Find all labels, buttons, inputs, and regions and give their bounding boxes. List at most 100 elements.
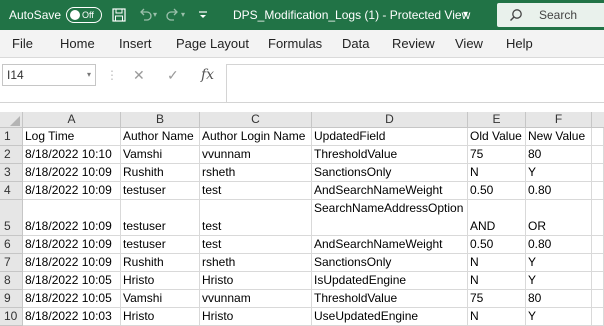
cell-g7[interactable]	[592, 254, 604, 272]
insert-function-button[interactable]: fx	[201, 64, 214, 86]
row-header-9[interactable]: 9	[0, 290, 23, 308]
cell-c6[interactable]: test	[200, 236, 312, 254]
cell-g10[interactable]	[592, 308, 604, 326]
cell-b6[interactable]: testuser	[121, 236, 200, 254]
row-header-3[interactable]: 3	[0, 164, 23, 182]
cell-g9[interactable]	[592, 290, 604, 308]
cell-f8[interactable]: Y	[526, 272, 592, 290]
row-header-2[interactable]: 2	[0, 146, 23, 164]
cell-a7[interactable]: 8/18/2022 10:09	[23, 254, 121, 272]
cell-a6[interactable]: 8/18/2022 10:09	[23, 236, 121, 254]
cell-b3[interactable]: Rushith	[121, 164, 200, 182]
cell-g6[interactable]	[592, 236, 604, 254]
cell-b2[interactable]: Vamshi	[121, 146, 200, 164]
undo-icon[interactable]	[138, 0, 152, 30]
cancel-icon[interactable]: ✕	[133, 64, 145, 86]
cell-g4[interactable]	[592, 182, 604, 200]
name-box[interactable]: I14 ▾	[2, 64, 96, 86]
cell-g3[interactable]	[592, 164, 604, 182]
column-header-f[interactable]: F	[526, 112, 592, 128]
cell-b10[interactable]: Hristo	[121, 308, 200, 326]
tab-home[interactable]: Home	[60, 30, 95, 57]
column-header-b[interactable]: B	[121, 112, 200, 128]
undo-dropdown-icon[interactable]: ▾	[153, 0, 157, 30]
cell-b9[interactable]: Vamshi	[121, 290, 200, 308]
tab-data[interactable]: Data	[342, 30, 369, 57]
cell-a3[interactable]: 8/18/2022 10:09	[23, 164, 121, 182]
column-header-d[interactable]: D	[312, 112, 468, 128]
tab-file[interactable]: File	[12, 30, 33, 57]
cell-e6[interactable]: 0.50	[468, 236, 526, 254]
cell-e5[interactable]: AND	[468, 200, 526, 236]
cell-d8[interactable]: IsUpdatedEngine	[312, 272, 468, 290]
cell-d7[interactable]: SanctionsOnly	[312, 254, 468, 272]
customize-qat-icon[interactable]	[198, 0, 208, 30]
redo-dropdown-icon[interactable]: ▾	[181, 0, 185, 30]
save-icon[interactable]	[112, 0, 126, 30]
tab-view[interactable]: View	[455, 30, 483, 57]
tab-help[interactable]: Help	[506, 30, 533, 57]
cell-e3[interactable]: N	[468, 164, 526, 182]
cell-f4[interactable]: 0.80	[526, 182, 592, 200]
cell-c1[interactable]: Author Login Name	[200, 128, 312, 146]
cell-e1[interactable]: Old Value	[468, 128, 526, 146]
cell-b5[interactable]: testuser	[121, 200, 200, 236]
cell-c4[interactable]: test	[200, 182, 312, 200]
cell-d6[interactable]: AndSearchNameWeight	[312, 236, 468, 254]
select-all-corner[interactable]	[0, 112, 23, 128]
cell-d3[interactable]: SanctionsOnly	[312, 164, 468, 182]
row-header-7[interactable]: 7	[0, 254, 23, 272]
row-header-10[interactable]: 10	[0, 308, 23, 326]
cell-g2[interactable]	[592, 146, 604, 164]
cell-c3[interactable]: rsheth	[200, 164, 312, 182]
cell-f7[interactable]: Y	[526, 254, 592, 272]
row-header-1[interactable]: 1	[0, 128, 23, 146]
cell-f2[interactable]: 80	[526, 146, 592, 164]
cell-f1[interactable]: New Value	[526, 128, 592, 146]
cell-d1[interactable]: UpdatedField	[312, 128, 468, 146]
column-header-g[interactable]	[592, 112, 604, 128]
cell-a4[interactable]: 8/18/2022 10:09	[23, 182, 121, 200]
cell-b1[interactable]: Author Name	[121, 128, 200, 146]
tab-review[interactable]: Review	[392, 30, 435, 57]
cell-e7[interactable]: N	[468, 254, 526, 272]
cell-c5[interactable]: test	[200, 200, 312, 236]
tab-page-layout[interactable]: Page Layout	[176, 30, 249, 57]
cell-a10[interactable]: 8/18/2022 10:03	[23, 308, 121, 326]
cell-a9[interactable]: 8/18/2022 10:05	[23, 290, 121, 308]
cell-d2[interactable]: ThresholdValue	[312, 146, 468, 164]
cell-d5[interactable]: SearchNameAddressOption	[312, 200, 468, 236]
cell-g8[interactable]	[592, 272, 604, 290]
cell-b8[interactable]: Hristo	[121, 272, 200, 290]
cell-f10[interactable]: Y	[526, 308, 592, 326]
cell-a5[interactable]: 8/18/2022 10:09	[23, 200, 121, 236]
cell-a1[interactable]: Log Time	[23, 128, 121, 146]
name-box-dropdown-icon[interactable]: ▾	[87, 65, 91, 85]
cell-c2[interactable]: vvunnam	[200, 146, 312, 164]
column-header-c[interactable]: C	[200, 112, 312, 128]
column-header-a[interactable]: A	[23, 112, 121, 128]
cell-c7[interactable]: rsheth	[200, 254, 312, 272]
row-header-4[interactable]: 4	[0, 182, 23, 200]
cell-c10[interactable]: Hristo	[200, 308, 312, 326]
formula-input[interactable]	[226, 64, 604, 102]
cell-e9[interactable]: 75	[468, 290, 526, 308]
cell-d4[interactable]: AndSearchNameWeight	[312, 182, 468, 200]
cell-e4[interactable]: 0.50	[468, 182, 526, 200]
row-header-6[interactable]: 6	[0, 236, 23, 254]
cell-e8[interactable]: N	[468, 272, 526, 290]
search-box[interactable]: Search	[497, 3, 604, 27]
cell-c9[interactable]: vvunnam	[200, 290, 312, 308]
cell-f5[interactable]: OR	[526, 200, 592, 236]
cell-d10[interactable]: UseUpdatedEngine	[312, 308, 468, 326]
cell-c8[interactable]: Hristo	[200, 272, 312, 290]
cell-g1[interactable]	[592, 128, 604, 146]
cell-e10[interactable]: N	[468, 308, 526, 326]
enter-icon[interactable]: ✓	[167, 64, 179, 86]
row-header-8[interactable]: 8	[0, 272, 23, 290]
tab-formulas[interactable]: Formulas	[268, 30, 322, 57]
cell-f3[interactable]: Y	[526, 164, 592, 182]
cell-a8[interactable]: 8/18/2022 10:05	[23, 272, 121, 290]
redo-icon[interactable]	[166, 0, 180, 30]
autosave-toggle[interactable]: Off	[66, 7, 102, 23]
